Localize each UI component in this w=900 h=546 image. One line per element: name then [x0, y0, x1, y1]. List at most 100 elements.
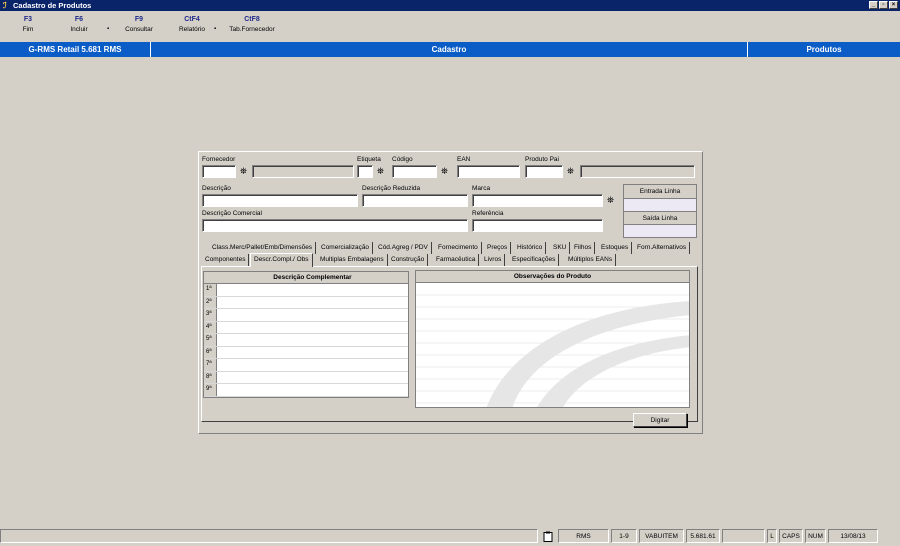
dropdown-dot-icon: ▪ [214, 26, 217, 32]
module-header: G-RMS Retail 5.681 RMS Cadastro Produtos [0, 42, 900, 57]
tab-filhos[interactable]: Filhos [571, 242, 596, 254]
produto-pai-input[interactable] [525, 165, 563, 178]
header-system: G-RMS Retail 5.681 RMS [0, 42, 151, 57]
fkey-key: F9 [134, 16, 144, 23]
fkey-fim[interactable]: F3 Fim [18, 16, 38, 33]
tab-componentes[interactable]: Componentes [202, 254, 250, 266]
tab-estoques[interactable]: Estoques [598, 242, 633, 254]
status-l: L [767, 529, 777, 543]
table-row[interactable]: 8ª [204, 371, 408, 384]
tab-livros[interactable]: Livros [481, 254, 506, 266]
table-row[interactable]: 3ª [204, 309, 408, 322]
status-blank [722, 529, 765, 543]
codigo-input[interactable] [392, 165, 437, 178]
linha-box: Entrada Linha Saída Linha [623, 184, 697, 238]
tab-fornecimento[interactable]: Fornecimento [435, 242, 482, 254]
referencia-input[interactable] [472, 219, 603, 232]
window-title: Cadastro de Produtos [13, 1, 92, 10]
fornecedor-name-field [252, 165, 354, 178]
tab-forn-alternativos[interactable]: Forn.Alternativos [634, 242, 691, 254]
window-titlebar: ℐ Cadastro de Produtos _ ▫ × [0, 0, 900, 11]
fkey-incluir[interactable]: F6 Incluir [66, 16, 92, 33]
etiqueta-search-icon[interactable]: ⛯ [374, 165, 387, 178]
marca-input[interactable] [472, 194, 603, 207]
descricao-input[interactable] [202, 194, 358, 207]
fkey-label: Incluir [70, 26, 88, 33]
tab-cod-agreg[interactable]: Cód.Agreg / PDV [375, 242, 432, 254]
row-number: 6ª [204, 346, 217, 358]
fornecedor-search-icon[interactable]: ⛯ [237, 165, 250, 178]
tab-comercializacao[interactable]: Comercialização [318, 242, 374, 254]
close-button[interactable]: × [889, 1, 898, 9]
table-row[interactable]: 4ª [204, 321, 408, 334]
fkey-label: Tab.Fornecedor [229, 26, 275, 33]
row-number: 1ª [204, 284, 217, 296]
tab-precos[interactable]: Preços [484, 242, 512, 254]
fkey-label: Consultar [125, 26, 153, 33]
fkey-key: CtF4 [184, 16, 200, 23]
tab-multiplas-embalagens[interactable]: Multiplas Embalagens [317, 254, 388, 266]
digitar-button[interactable]: Digitar [633, 413, 687, 427]
descricao-comercial-label: Descrição Comercial [202, 210, 262, 217]
clipboard-icon[interactable] [540, 529, 556, 543]
tab-sku[interactable]: SKU [550, 242, 571, 254]
tab-farmaceutica[interactable]: Farmacêutica [433, 254, 480, 266]
saida-linha-value [624, 224, 696, 237]
status-caps: CAPS [779, 529, 803, 543]
descricao-comercial-input[interactable] [202, 219, 468, 232]
status-num: NUM [805, 529, 826, 543]
produto-pai-search-icon[interactable]: ⛯ [564, 165, 577, 178]
table-row[interactable]: 6ª [204, 346, 408, 359]
marca-search-icon[interactable]: ⛯ [604, 194, 617, 207]
ean-input[interactable] [457, 165, 520, 178]
table-row[interactable]: 9ª [204, 384, 408, 397]
grid-header: Descrição Complementar [204, 272, 408, 284]
tab-descr-compl-obs[interactable]: Descr.Compl./ Obs [250, 253, 313, 267]
fkey-key: F3 [23, 16, 33, 23]
saida-linha-label: Saída Linha [624, 211, 696, 224]
row-number: 7ª [204, 359, 217, 371]
table-row[interactable]: 1ª [204, 284, 408, 297]
status-message [0, 529, 538, 543]
app-icon: ℐ [3, 0, 7, 10]
tab-construcao[interactable]: Construção [388, 254, 429, 266]
codigo-search-icon[interactable]: ⛯ [438, 165, 451, 178]
row-number: 8ª [204, 371, 217, 383]
status-system: RMS [558, 529, 609, 543]
grid-header: Observações do Produto [416, 271, 689, 283]
tab-especificacoes[interactable]: Especificações [509, 254, 560, 266]
fkey-tab-fornecedor[interactable]: CtF8 Tab.Fornecedor [226, 16, 278, 33]
tab-historico[interactable]: Histórico [514, 242, 547, 254]
produto-pai-label: Produto Pai [525, 156, 559, 163]
table-row[interactable]: 5ª [204, 334, 408, 347]
ean-label: EAN [457, 156, 471, 163]
produto-pai-name-field [580, 165, 695, 178]
watermark-graphic [416, 294, 689, 407]
descricao-label: Descrição [202, 185, 231, 192]
restore-button[interactable]: ▫ [879, 1, 888, 9]
fkey-relatorio[interactable]: CtF4 Relatório [176, 16, 208, 33]
codigo-label: Código [392, 156, 413, 163]
function-key-toolbar: F3 Fim F6 Incluir ▪ F9 Consultar CtF4 Re… [0, 12, 900, 42]
entrada-linha-value [624, 198, 696, 211]
fkey-label: Fim [22, 26, 34, 33]
row-number: 3ª [204, 309, 217, 321]
fkey-key: CtF8 [244, 16, 260, 23]
etiqueta-label: Etiqueta [357, 156, 381, 163]
descricao-complementar-grid: Descrição Complementar 1ª 2ª 3ª 4ª 5ª 6ª… [203, 271, 409, 398]
status-version: 5.681.61 [686, 529, 720, 543]
table-row[interactable]: 7ª [204, 359, 408, 372]
descricao-reduzida-input[interactable] [362, 194, 468, 207]
table-row[interactable]: 2ª [204, 296, 408, 309]
fornecedor-input[interactable] [202, 165, 236, 178]
header-produtos: Produtos [806, 45, 842, 54]
status-range: 1-9 [611, 529, 637, 543]
minimize-button[interactable]: _ [869, 1, 878, 9]
header-cadastro: Cadastro [151, 42, 748, 57]
entrada-linha-label: Entrada Linha [639, 188, 681, 195]
observacoes-grid[interactable]: Observações do Produto [415, 270, 690, 408]
fkey-consultar[interactable]: F9 Consultar [122, 16, 156, 33]
row-number: 2ª [204, 296, 217, 308]
tab-multiplos-eans[interactable]: Múltiplos EANs [565, 254, 617, 266]
etiqueta-input[interactable] [357, 165, 373, 178]
